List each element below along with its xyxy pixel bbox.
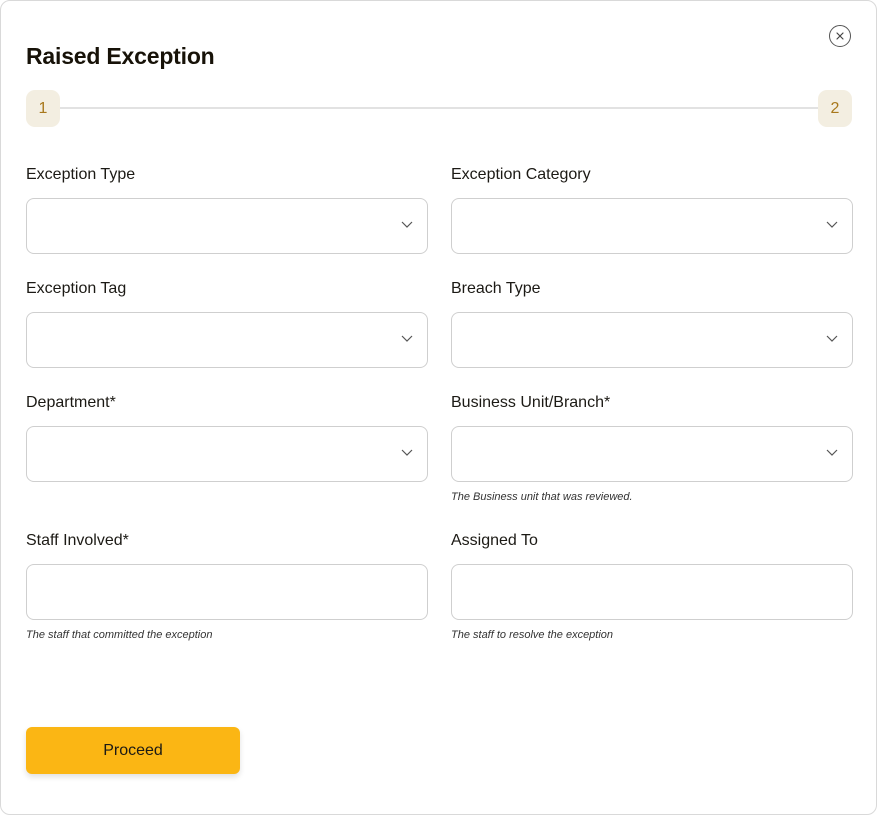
staff-involved-helper: The staff that committed the exception — [26, 629, 213, 641]
assigned-to-input[interactable] — [451, 564, 853, 620]
business-unit-select[interactable] — [451, 426, 853, 482]
stepper-line — [59, 107, 821, 109]
step-2[interactable]: 2 — [818, 90, 852, 127]
exception-type-select[interactable] — [26, 198, 428, 254]
business-unit-helper: The Business unit that was reviewed. — [451, 491, 633, 503]
assigned-to-label: Assigned To — [451, 532, 538, 549]
raised-exception-modal: Raised Exception 1 2 Exception Type Exce… — [0, 0, 877, 815]
breach-type-label: Breach Type — [451, 280, 541, 297]
staff-involved-label: Staff Involved* — [26, 532, 129, 549]
chevron-down-icon — [401, 335, 413, 342]
department-select[interactable] — [26, 426, 428, 482]
exception-type-label: Exception Type — [26, 166, 136, 183]
assigned-to-helper: The staff to resolve the exception — [451, 629, 614, 641]
chevron-down-icon — [401, 449, 413, 456]
business-unit-label: Business Unit/Branch* — [451, 394, 611, 411]
department-label: Department* — [26, 394, 116, 411]
modal-title: Raised Exception — [26, 43, 215, 69]
chevron-down-icon — [826, 221, 838, 228]
proceed-button[interactable]: Proceed — [26, 727, 240, 774]
step-1[interactable]: 1 — [26, 90, 60, 127]
close-icon — [836, 32, 844, 40]
exception-tag-label: Exception Tag — [26, 280, 127, 297]
exception-category-label: Exception Category — [451, 166, 591, 183]
exception-category-select[interactable] — [451, 198, 853, 254]
exception-tag-select[interactable] — [26, 312, 428, 368]
close-button[interactable] — [829, 25, 851, 47]
chevron-down-icon — [401, 221, 413, 228]
chevron-down-icon — [826, 335, 838, 342]
breach-type-select[interactable] — [451, 312, 853, 368]
chevron-down-icon — [826, 449, 838, 456]
staff-involved-input[interactable] — [26, 564, 428, 620]
